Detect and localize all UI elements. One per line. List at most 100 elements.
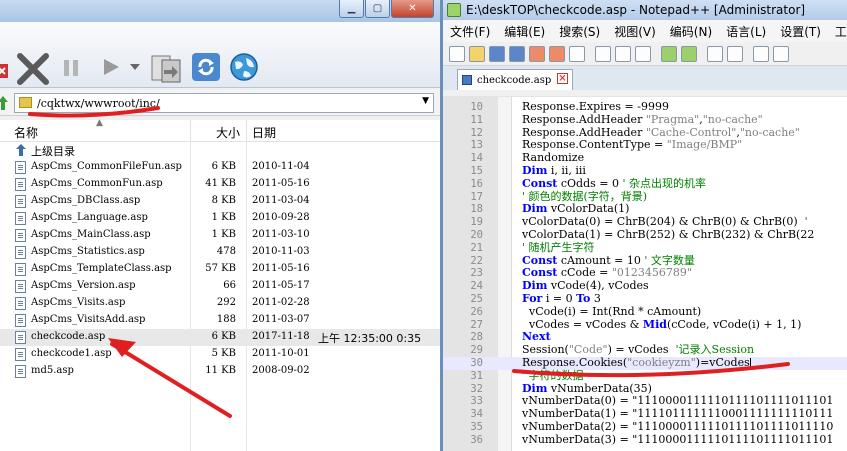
file-name: AspCms_CommonFileFun.asp — [31, 161, 182, 172]
line-number: 16 — [470, 177, 483, 190]
zoom-in-icon[interactable] — [753, 45, 769, 62]
menu-view[interactable]: 视图(V) — [607, 23, 663, 40]
file-date: 2011-05-16 — [252, 178, 310, 189]
minimize-button[interactable]: ▁ — [339, 0, 364, 18]
menu-settings[interactable]: 设置(T) — [773, 23, 828, 40]
replace-icon[interactable] — [727, 45, 743, 62]
file-size: 5 KB — [211, 348, 236, 359]
tab-checkcode[interactable]: checkcode.asp × — [457, 69, 573, 90]
zoom-out-icon[interactable] — [773, 45, 789, 62]
file-row[interactable]: AspCms_Version.asp 66 2011-05-17 — [0, 278, 440, 295]
close-all-icon[interactable] — [549, 45, 565, 62]
file-row[interactable]: AspCms_MainClass.asp 1 KB 2011-03-10 — [0, 227, 440, 244]
asp-file-icon — [15, 161, 26, 174]
notepadpp-window: E:\deskTOP\checkcode.asp - Notepad++ [Ad… — [443, 0, 847, 451]
file-size: 6 KB — [211, 161, 236, 172]
file-list: 上级目录 AspCms_CommonFileFun.asp 6 KB 2010-11… — [0, 142, 440, 451]
code-text: vCode(i) = Int(Rnd * cAmount) — [515, 304, 702, 318]
cut-icon[interactable] — [595, 45, 611, 62]
up-folder-icon[interactable] — [0, 96, 8, 110]
save-icon[interactable] — [489, 45, 505, 62]
cancel-icon[interactable] — [16, 52, 50, 86]
play-icon[interactable] — [100, 56, 122, 78]
print-icon[interactable] — [569, 45, 585, 62]
file-size: 1 KB — [211, 229, 236, 240]
code-line: 14 Randomize — [443, 151, 847, 165]
asp-file-icon — [15, 195, 26, 208]
code-text: vNumberData(2) = "1110000111110111101111… — [515, 420, 834, 433]
parent-dir-row[interactable]: 上级目录 — [0, 142, 440, 159]
file-name: AspCms_Visits.asp — [31, 297, 126, 308]
asp-file-icon — [15, 229, 26, 242]
menu-edit[interactable]: 编辑(E) — [497, 23, 552, 40]
asp-file-icon — [15, 263, 26, 276]
redo-icon[interactable] — [681, 45, 697, 62]
close-button[interactable]: ✕ — [391, 0, 434, 18]
chevron-down-icon[interactable]: ▼ — [422, 96, 429, 106]
close-file-icon[interactable] — [529, 45, 545, 62]
paste-icon[interactable] — [635, 45, 651, 62]
file-date: 2011-03-04 — [252, 195, 310, 206]
line-number: 10 — [470, 101, 483, 113]
file-date: 2010-09-28 — [252, 212, 310, 223]
file-row[interactable]: AspCms_Visits.asp 292 2011-02-28 — [0, 295, 440, 312]
globe-icon[interactable] — [229, 52, 259, 82]
menu-bar: 文件(F) 编辑(E) 搜索(S) 视图(V) 编码(N) 语言(L) 设置(T… — [443, 20, 847, 42]
close-tab-icon[interactable]: × — [557, 73, 568, 84]
path-input[interactable]: /cqktwx/wwwroot/inc/ ▼ — [14, 93, 434, 113]
line-number: 31 — [470, 369, 483, 382]
ftp-toolbar — [0, 22, 440, 88]
file-row[interactable]: AspCms_Statistics.asp 478 2010-11-03 — [0, 244, 440, 261]
file-row[interactable]: AspCms_VisitsAdd.asp 188 2011-03-07 — [0, 312, 440, 329]
file-size: 57 KB — [205, 263, 236, 274]
file-row[interactable]: AspCms_TemplateClass.asp 57 KB 2011-05-16 — [0, 261, 440, 278]
dropdown-arrow-icon[interactable] — [130, 64, 140, 72]
line-number: 36 — [470, 433, 483, 446]
undo-icon[interactable] — [661, 45, 677, 62]
maximize-button[interactable]: ▢ — [365, 0, 390, 18]
file-date: 2010-11-04 — [252, 161, 310, 172]
save-all-icon[interactable] — [509, 45, 525, 62]
code-line: 35 vNumberData(2) = "1110000111110111101… — [443, 420, 847, 434]
file-row[interactable]: checkcode1.asp 5 KB 2011-10-01 — [0, 346, 440, 363]
file-row[interactable]: md5.asp 11 KB 2008-09-02 — [0, 363, 440, 380]
file-row[interactable]: AspCms_CommonFileFun.asp 6 KB 2010-11-04 — [0, 159, 440, 176]
code-text: vCodes = vCodes & Mid(cCode, vCode(i) + … — [515, 317, 802, 331]
file-name: checkcode.asp — [31, 331, 106, 342]
code-editor[interactable]: 10 Response.Expires = -9999 11 Response.A… — [443, 96, 847, 451]
file-size: 8 KB — [211, 195, 236, 206]
line-number: 17 — [470, 190, 483, 203]
red-stop-icon[interactable] — [0, 64, 8, 78]
menu-search[interactable]: 搜索(S) — [552, 23, 607, 40]
open-file-icon[interactable] — [469, 45, 485, 62]
file-date: 2011-05-16 — [252, 263, 310, 274]
column-name[interactable]: 名称 — [14, 124, 38, 141]
npp-titlebar: E:\deskTOP\checkcode.asp - Notepad++ [Ad… — [443, 0, 847, 20]
file-row[interactable]: checkcode.asp 6 KB 2017-11-18 上午 12:35:00 0… — [0, 329, 440, 346]
asp-file-icon — [15, 178, 26, 191]
menu-file[interactable]: 文件(F) — [443, 23, 497, 40]
line-number: 24 — [470, 280, 483, 293]
find-icon[interactable] — [707, 45, 723, 62]
copy-icon[interactable] — [615, 45, 631, 62]
tab-label: checkcode.asp — [477, 74, 552, 86]
file-name: AspCms_MainClass.asp — [31, 229, 151, 240]
file-row[interactable]: AspCms_Language.asp 1 KB 2010-09-28 — [0, 210, 440, 227]
refresh-icon[interactable] — [191, 52, 221, 82]
line-number: 18 — [470, 203, 483, 216]
menu-encoding[interactable]: 编码(N) — [663, 23, 719, 40]
menu-language[interactable]: 语言(L) — [719, 23, 773, 40]
column-date[interactable]: 日期 — [252, 124, 276, 141]
file-date: 2008-09-02 — [252, 365, 310, 376]
transfer-queue-icon[interactable] — [150, 52, 182, 84]
pause-icon[interactable] — [62, 58, 80, 78]
line-number: 33 — [470, 395, 483, 408]
file-date: 2010-11-03 — [252, 246, 310, 257]
code-line: 20 vColorData(1) = ChrB(252) & ChrB(232)… — [443, 228, 847, 242]
file-row[interactable]: AspCms_CommonFun.asp 41 KB 2011-05-16 — [0, 176, 440, 193]
folder-icon — [19, 97, 32, 108]
new-file-icon[interactable] — [449, 45, 465, 62]
column-size[interactable]: 大小 — [216, 124, 240, 141]
file-row[interactable]: AspCms_DBClass.asp 8 KB 2011-03-04 — [0, 193, 440, 210]
menu-tools[interactable]: 工具 — [828, 23, 847, 40]
